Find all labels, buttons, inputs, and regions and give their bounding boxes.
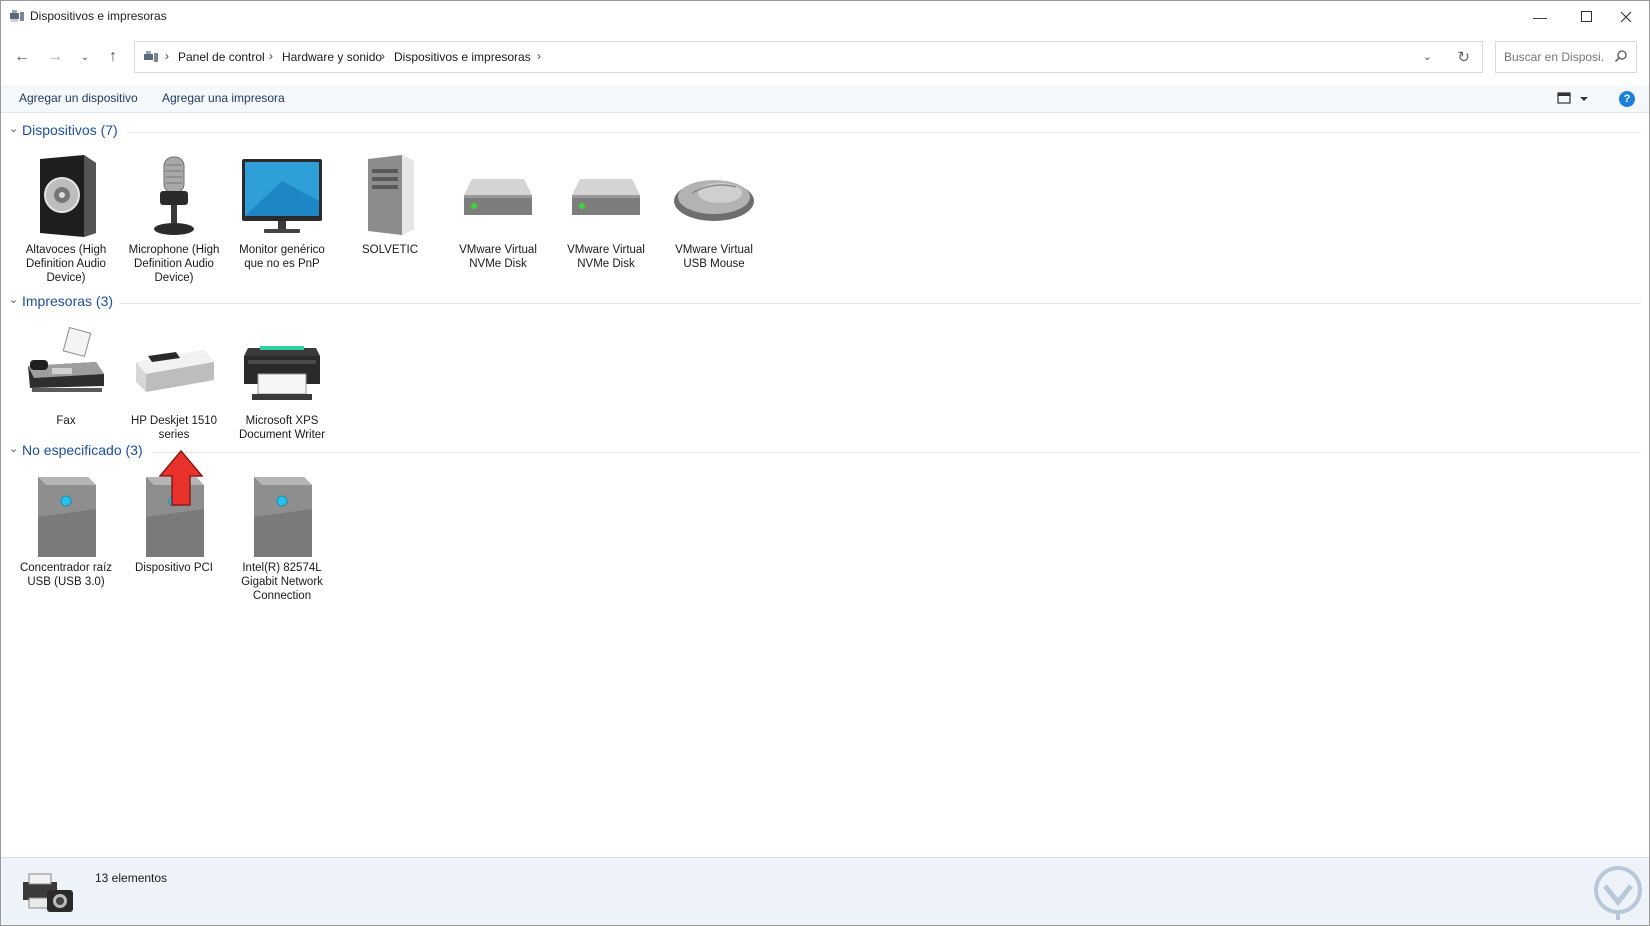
change-view-button[interactable] <box>1556 90 1592 108</box>
close-icon <box>1620 11 1632 22</box>
monitor-icon <box>242 159 322 233</box>
item-count: 13 elementos <box>95 871 168 885</box>
fax-icon <box>28 326 104 392</box>
disk-drive-icon <box>464 179 532 215</box>
group-divider <box>127 132 1641 133</box>
device-label: Fax <box>56 415 76 427</box>
inkjet-printer-icon <box>136 350 214 392</box>
microphone-icon <box>154 156 194 235</box>
minimize-button[interactable]: — <box>1517 1 1563 32</box>
minimize-icon: — <box>1533 8 1547 25</box>
control-panel-icon <box>144 51 158 62</box>
search-icon <box>1614 50 1627 63</box>
window-title: Dispositivos e impresoras <box>30 9 167 23</box>
maximize-icon <box>1580 11 1592 22</box>
device-label: VMware Virtual NVMe Disk <box>567 244 645 270</box>
window: Dispositivos e impresoras — ← → ⌄ ↑ › Pa… <box>0 0 1650 926</box>
view-icon <box>1557 92 1588 104</box>
device-label: Altavoces (High Definition Audio Device) <box>25 244 107 284</box>
breadcrumb-hardware-y-sonido[interactable]: Hardware y sonido <box>282 50 382 64</box>
device-label: HP Deskjet 1510 series <box>130 415 218 441</box>
breadcrumb-dispositivos-e-impresoras[interactable]: Dispositivos e impresoras <box>394 50 531 64</box>
device-label: Microphone (High Definition Audio Device… <box>128 244 220 284</box>
breadcrumb-separator-icon: › <box>537 49 541 63</box>
watermark-logo <box>1594 866 1642 920</box>
breadcrumb-panel-de-control[interactable]: Panel de control <box>178 50 265 64</box>
group-title-unspecified: No especificado (3) <box>22 442 143 458</box>
group-header-devices[interactable]: ⌄ Dispositivos (7) <box>1 120 1649 142</box>
device-label: VMware Virtual USB Mouse <box>675 244 753 270</box>
group-divider <box>153 452 1641 453</box>
search-box[interactable] <box>1495 41 1637 73</box>
breadcrumb-separator-icon: › <box>165 49 169 63</box>
device-label: VMware Virtual NVMe Disk <box>459 244 537 270</box>
title-bar: Dispositivos e impresoras — <box>1 1 1649 32</box>
breadcrumb-separator-icon: › <box>381 49 385 63</box>
group-title-printers: Impresoras (3) <box>22 293 114 309</box>
device-label: Monitor genérico que no es PnP <box>239 244 325 270</box>
arrow-right-icon: → <box>47 48 63 65</box>
chevron-down-icon: ⌄ <box>9 294 19 306</box>
help-icon[interactable]: ? <box>1619 91 1635 107</box>
generic-device-icon <box>254 477 312 557</box>
back-button[interactable]: ← <box>10 46 34 68</box>
device-label: SOLVETIC <box>361 244 419 256</box>
devices-printers-icon <box>23 873 73 912</box>
computer-tower-icon <box>368 155 414 235</box>
address-dropdown-icon[interactable]: ⌄ <box>1423 50 1432 63</box>
close-button[interactable] <box>1603 1 1649 32</box>
group-divider <box>121 303 1641 304</box>
group-title-devices: Dispositivos (7) <box>22 122 118 138</box>
annotation-arrow-icon <box>159 450 203 506</box>
group-header-unspecified[interactable]: ⌄ No especificado (3) <box>1 440 1649 462</box>
up-button[interactable]: ↑ <box>101 46 125 68</box>
chevron-down-icon: ⌄ <box>80 51 90 63</box>
device-label: Microsoft XPS Document Writer <box>238 415 326 441</box>
address-bar[interactable]: › Panel de control › Hardware y sonido ›… <box>134 41 1483 73</box>
group-header-printers[interactable]: ⌄ Impresoras (3) <box>1 291 1649 313</box>
device-label: Dispositivo PCI <box>135 562 213 574</box>
mouse-icon <box>674 180 754 221</box>
generic-device-icon <box>38 477 96 557</box>
printer-icon <box>244 346 320 400</box>
chevron-down-icon: ⌄ <box>9 123 19 135</box>
devices-printers-icon <box>10 10 24 22</box>
arrow-up-icon: ↑ <box>109 48 117 65</box>
recent-locations-button[interactable]: ⌄ <box>73 46 97 68</box>
command-bar: Agregar un dispositivo Agregar una impre… <box>1 85 1649 113</box>
arrow-left-icon: ← <box>14 48 30 65</box>
device-view: ⌄ Dispositivos (7) Altavoces (High Defin… <box>1 114 1649 856</box>
disk-drive-icon <box>572 179 640 215</box>
breadcrumb-separator-icon: › <box>269 49 273 63</box>
device-label: Intel(R) 82574L Gigabit Network Connecti… <box>241 562 323 602</box>
status-bar: 13 elementos <box>1 857 1649 925</box>
add-device-button[interactable]: Agregar un dispositivo <box>19 91 138 105</box>
refresh-icon[interactable]: ↻ <box>1457 48 1470 66</box>
search-input[interactable] <box>1504 50 1604 64</box>
chevron-down-icon: ⌄ <box>9 443 19 455</box>
forward-button[interactable]: → <box>43 46 67 68</box>
speaker-icon <box>40 155 96 237</box>
navigation-bar: ← → ⌄ ↑ › Panel de control › Hardware y … <box>1 37 1649 77</box>
device-label: Concentrador raíz USB (USB 3.0) <box>19 562 113 588</box>
add-printer-button[interactable]: Agregar una impresora <box>162 91 285 105</box>
